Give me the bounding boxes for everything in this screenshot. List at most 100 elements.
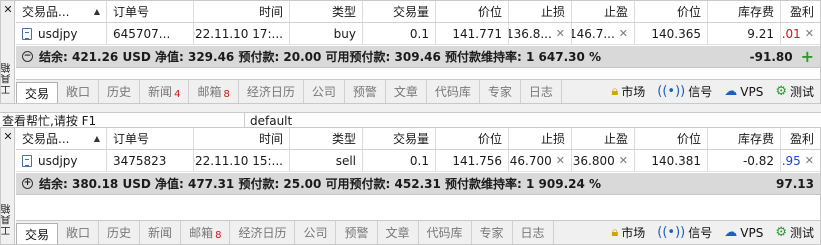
tab-label: 敞口	[66, 85, 91, 99]
tp-value: 136.800	[572, 153, 615, 168]
col-type-header[interactable]: 类型	[290, 128, 363, 149]
col-symbol-header[interactable]: 交易品... ▲	[16, 1, 107, 22]
add-order-icon[interactable]: +	[801, 48, 814, 64]
market-label: 市场	[621, 85, 646, 99]
clear-tp-icon[interactable]: ✕	[619, 27, 628, 40]
toolbox-side-strip: ✕ 工具箱	[1, 1, 15, 103]
tab-trade[interactable]: 交易	[16, 82, 59, 103]
tab-mailbox[interactable]: 邮箱 8	[189, 80, 239, 103]
market-button[interactable]: 🔒︎ 市场	[605, 83, 651, 100]
toolbox-vertical-label: 工具箱	[2, 203, 13, 236]
tab-history[interactable]: 历史	[99, 221, 141, 244]
clear-sl-icon[interactable]: ✕	[556, 154, 565, 167]
tab-codebase[interactable]: 代码库	[419, 221, 472, 244]
tab-calendar[interactable]: 经济日历	[239, 80, 304, 103]
tab-alerts[interactable]: 预警	[345, 80, 386, 103]
clear-sl-icon[interactable]: ✕	[556, 27, 565, 40]
col-tp-header[interactable]: 止盈	[572, 128, 635, 149]
signals-button[interactable]: ((•)) 信号	[651, 83, 718, 100]
col-price-header[interactable]: 价位	[436, 128, 509, 149]
tab-trade[interactable]: 交易	[16, 223, 59, 244]
tab-codebase[interactable]: 代码库	[427, 80, 480, 103]
cell-price: 141.756	[436, 150, 509, 171]
tester-button[interactable]: ⚙ 测试	[769, 224, 820, 241]
table-row[interactable]: usdjpy 3475823 2022.11.10 15:... sell 0.…	[16, 150, 820, 172]
cell-time: 2022.11.10 17:...	[194, 23, 290, 44]
col-time-header[interactable]: 时间	[194, 128, 290, 149]
cell-tp[interactable]: 136.800 ✕	[572, 150, 635, 171]
tab-label: 代码库	[426, 226, 463, 240]
col-volume-header[interactable]: 交易量	[363, 1, 436, 22]
cell-sl[interactable]: 136.8... ✕	[509, 23, 572, 44]
tab-label: 公司	[311, 85, 336, 99]
col-swap-header[interactable]: 库存费	[708, 128, 781, 149]
vps-button[interactable]: ☁ VPS	[718, 84, 769, 99]
tab-news[interactable]: 新闻	[140, 221, 182, 244]
tab-alerts[interactable]: 预警	[336, 221, 378, 244]
tab-journal[interactable]: 日志	[521, 80, 562, 103]
sl-value: 136.8...	[509, 26, 552, 41]
cell-ticket: 3475823	[107, 150, 194, 171]
table-row[interactable]: usdjpy 645707... 2022.11.10 17:... buy 0…	[16, 23, 820, 45]
signals-button[interactable]: ((•)) 信号	[651, 224, 718, 241]
tab-label: 交易	[25, 227, 50, 242]
tester-button[interactable]: ⚙ 测试	[769, 83, 820, 100]
cloud-icon: ☁	[724, 84, 738, 99]
col-symbol-label: 交易品...	[22, 132, 70, 146]
close-position-icon[interactable]: ✕	[805, 27, 814, 40]
col-current-price-header[interactable]: 价位	[635, 128, 708, 149]
tab-mailbox[interactable]: 邮箱 8	[181, 221, 231, 244]
collapse-icon[interactable]: −	[22, 51, 33, 62]
col-ticket-header[interactable]: 订单号	[107, 1, 194, 22]
tab-calendar[interactable]: 经济日历	[230, 221, 296, 244]
tab-history[interactable]: 历史	[99, 80, 141, 103]
tab-journal[interactable]: 日志	[513, 221, 554, 244]
col-current-price-header[interactable]: 价位	[635, 1, 708, 22]
sl-value: 146.700	[509, 153, 552, 168]
tab-articles[interactable]: 文章	[386, 80, 427, 103]
cell-tp[interactable]: 146.7... ✕	[572, 23, 635, 44]
table-header: 交易品... ▲ 订单号 时间 类型 交易量 价位 止损 止盈 价位 库存费 盈利	[16, 1, 820, 23]
tab-label: 预警	[352, 85, 377, 99]
close-position-icon[interactable]: ✕	[805, 154, 814, 167]
col-volume-header[interactable]: 交易量	[363, 128, 436, 149]
col-price-header[interactable]: 价位	[436, 1, 509, 22]
cell-volume: 0.1	[363, 150, 436, 171]
profit-value: -101.01	[781, 26, 801, 41]
close-icon[interactable]: ✕	[2, 131, 14, 142]
clear-tp-icon[interactable]: ✕	[619, 154, 628, 167]
col-time-header[interactable]: 时间	[194, 1, 290, 22]
cell-swap: 9.21	[708, 23, 781, 44]
col-profit-header[interactable]: 盈利	[781, 1, 820, 22]
tab-news[interactable]: 新闻 4	[140, 80, 190, 103]
vps-button[interactable]: ☁ VPS	[718, 225, 769, 240]
signal-icon: ((•))	[657, 84, 686, 99]
tab-company[interactable]: 公司	[295, 221, 337, 244]
expand-icon[interactable]: +	[22, 178, 33, 189]
tab-experts[interactable]: 专家	[480, 80, 521, 103]
cell-sl[interactable]: 146.700 ✕	[509, 150, 572, 171]
col-sl-header[interactable]: 止损	[509, 1, 572, 22]
tab-company[interactable]: 公司	[304, 80, 345, 103]
tp-value: 146.7...	[572, 26, 615, 41]
sort-arrow-icon: ▲	[93, 7, 100, 16]
tab-label: 代码库	[434, 85, 471, 99]
tab-exposure[interactable]: 敞口	[58, 221, 100, 244]
col-sl-header[interactable]: 止损	[509, 128, 572, 149]
cell-profit: 97.95 ✕	[781, 150, 820, 171]
col-profit-header[interactable]: 盈利	[781, 128, 820, 149]
col-swap-header[interactable]: 库存费	[708, 1, 781, 22]
tab-label: 敞口	[66, 226, 91, 240]
col-type-header[interactable]: 类型	[290, 1, 363, 22]
tab-exposure[interactable]: 敞口	[58, 80, 100, 103]
market-button[interactable]: 🔒︎ 市场	[605, 224, 651, 241]
toolbox-tabs: 交易 敞口 历史 新闻 邮箱 8 经济日历 公司 预警 文章 代码库 专家 日志 …	[16, 220, 820, 244]
col-ticket-header[interactable]: 订单号	[107, 128, 194, 149]
tab-experts[interactable]: 专家	[472, 221, 513, 244]
tab-articles[interactable]: 文章	[378, 221, 419, 244]
balance-row: + 结余: 380.18 USD 净值: 477.31 预付款: 25.00 可用…	[16, 173, 820, 195]
col-symbol-header[interactable]: 交易品... ▲	[16, 128, 107, 149]
close-icon[interactable]: ✕	[2, 4, 14, 15]
symbol-text: usdjpy	[38, 26, 78, 41]
col-tp-header[interactable]: 止盈	[572, 1, 635, 22]
